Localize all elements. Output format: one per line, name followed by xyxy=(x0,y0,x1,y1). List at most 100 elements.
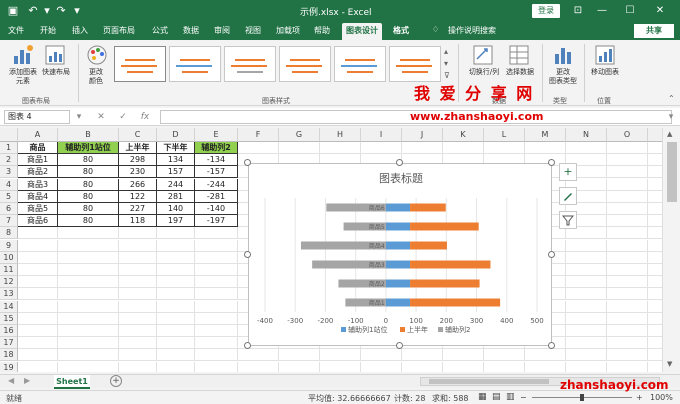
cell-E16[interactable] xyxy=(195,325,238,337)
row-header-11[interactable]: 11 xyxy=(0,264,18,276)
row-header-3[interactable]: 3 xyxy=(0,166,18,179)
select-data-button[interactable]: 选择数据 xyxy=(502,68,538,77)
normal-view-icon[interactable]: ▦ xyxy=(478,392,487,402)
chart-style-6[interactable] xyxy=(389,46,441,82)
column-header-K[interactable]: K xyxy=(443,128,484,142)
cell-B18[interactable] xyxy=(58,349,119,362)
cell-P10[interactable] xyxy=(648,252,662,264)
quick-layout-button[interactable]: 快速布局 xyxy=(38,68,74,77)
cell-H19[interactable] xyxy=(320,361,361,372)
cell-K19[interactable] xyxy=(443,361,484,372)
cell-O14[interactable] xyxy=(607,300,648,313)
cell-P5[interactable] xyxy=(648,191,662,203)
column-header-H[interactable]: H xyxy=(320,128,361,142)
cell-E4[interactable]: -244 xyxy=(195,178,238,191)
row-header-19[interactable]: 19 xyxy=(0,361,18,372)
cell-A12[interactable] xyxy=(18,276,58,289)
cell-P1[interactable] xyxy=(648,142,662,154)
cell-E7[interactable]: -197 xyxy=(195,215,238,228)
gallery-scroll-icon[interactable]: ▴ ▾ ⊽ xyxy=(444,46,454,82)
cell-E18[interactable] xyxy=(195,349,238,362)
cell-A4[interactable]: 商品3 xyxy=(18,178,58,191)
column-header-G[interactable]: G xyxy=(279,128,320,142)
horizontal-scroll-thumb[interactable] xyxy=(429,379,549,384)
cell-I19[interactable] xyxy=(361,361,402,372)
row-header-1[interactable]: 1 xyxy=(0,142,18,154)
maximize-icon[interactable]: ☐ xyxy=(622,3,638,19)
change-colors-button[interactable]: 更改 颜色 xyxy=(80,68,112,86)
cell-C3[interactable]: 230 xyxy=(119,166,157,179)
cell-A13[interactable] xyxy=(18,288,58,301)
cell-C10[interactable] xyxy=(119,251,157,264)
cell-O2[interactable] xyxy=(607,154,648,167)
row-header-17[interactable]: 17 xyxy=(0,337,18,350)
cell-A18[interactable] xyxy=(18,349,58,362)
cell-A6[interactable]: 商品5 xyxy=(18,203,58,215)
cell-A1[interactable]: 商品 xyxy=(18,142,58,154)
cell-C4[interactable]: 266 xyxy=(119,178,157,191)
cell-B19[interactable] xyxy=(58,361,119,372)
tab-home[interactable]: 开始 xyxy=(40,25,56,36)
cell-G19[interactable] xyxy=(279,361,320,372)
cell-A15[interactable] xyxy=(18,312,58,325)
insert-function-button[interactable]: fx xyxy=(138,110,152,124)
tab-format[interactable]: 格式 xyxy=(393,25,409,36)
cell-P12[interactable] xyxy=(648,276,662,289)
cell-A14[interactable] xyxy=(18,300,58,313)
cell-B13[interactable] xyxy=(58,288,119,301)
cell-E8[interactable] xyxy=(195,227,238,240)
cell-D3[interactable]: 157 xyxy=(157,166,195,179)
cell-P11[interactable] xyxy=(648,264,662,276)
column-header-E[interactable]: E xyxy=(195,128,238,142)
column-header-N[interactable]: N xyxy=(566,128,607,142)
cell-N9[interactable] xyxy=(566,239,607,252)
cell-D13[interactable] xyxy=(157,288,195,301)
column-header-I[interactable]: I xyxy=(361,128,402,142)
collapse-ribbon-icon[interactable]: ⌃ xyxy=(668,94,678,104)
resize-handle-mr[interactable] xyxy=(548,251,555,258)
cell-O8[interactable] xyxy=(607,227,648,240)
tab-data[interactable]: 数据 xyxy=(183,25,199,36)
sheet-next-icon[interactable]: ▶ xyxy=(24,376,30,385)
cell-N1[interactable] xyxy=(566,142,607,154)
cell-A10[interactable] xyxy=(18,251,58,264)
cell-C6[interactable]: 227 xyxy=(119,203,157,215)
row-header-7[interactable]: 7 xyxy=(0,215,18,228)
cell-N15[interactable] xyxy=(566,312,607,325)
cell-E9[interactable] xyxy=(195,239,238,252)
cell-O11[interactable] xyxy=(607,264,648,276)
cell-B16[interactable] xyxy=(58,325,119,337)
row-header-6[interactable]: 6 xyxy=(0,203,18,215)
tab-addins[interactable]: 加载项 xyxy=(276,25,300,36)
column-header-J[interactable]: J xyxy=(402,128,443,142)
column-header-D[interactable]: D xyxy=(157,128,195,142)
resize-handle-tc[interactable] xyxy=(396,159,403,166)
cell-N10[interactable] xyxy=(566,251,607,264)
cell-D19[interactable] xyxy=(157,361,195,372)
cell-C7[interactable]: 118 xyxy=(119,215,157,228)
column-header-P[interactable]: P xyxy=(648,128,662,142)
move-chart-button[interactable]: 移动图表 xyxy=(586,68,624,77)
cell-C19[interactable] xyxy=(119,361,157,372)
cell-E3[interactable]: -157 xyxy=(195,166,238,179)
chart-elements-button[interactable]: + xyxy=(559,163,577,181)
cell-P18[interactable] xyxy=(648,349,662,362)
login-button[interactable]: 登录 xyxy=(532,4,560,18)
row-header-9[interactable]: 9 xyxy=(0,239,18,252)
cell-E5[interactable]: -281 xyxy=(195,190,238,203)
chart-style-1[interactable] xyxy=(114,46,166,82)
resize-handle-br[interactable] xyxy=(548,342,555,349)
cell-E14[interactable] xyxy=(195,300,238,313)
cell-D12[interactable] xyxy=(157,276,195,289)
cell-B2[interactable]: 80 xyxy=(58,154,119,167)
cancel-icon[interactable]: ✕ xyxy=(94,110,108,124)
resize-handle-tr[interactable] xyxy=(548,159,555,166)
cell-B11[interactable] xyxy=(58,264,119,276)
cell-A2[interactable]: 商品1 xyxy=(18,154,58,167)
cell-O18[interactable] xyxy=(607,349,648,362)
cell-O1[interactable] xyxy=(607,142,648,154)
cell-C18[interactable] xyxy=(119,349,157,362)
chart-title[interactable]: 图表标题 xyxy=(379,171,423,185)
cell-N17[interactable] xyxy=(566,337,607,350)
page-layout-view-icon[interactable]: ▤ xyxy=(492,392,501,402)
